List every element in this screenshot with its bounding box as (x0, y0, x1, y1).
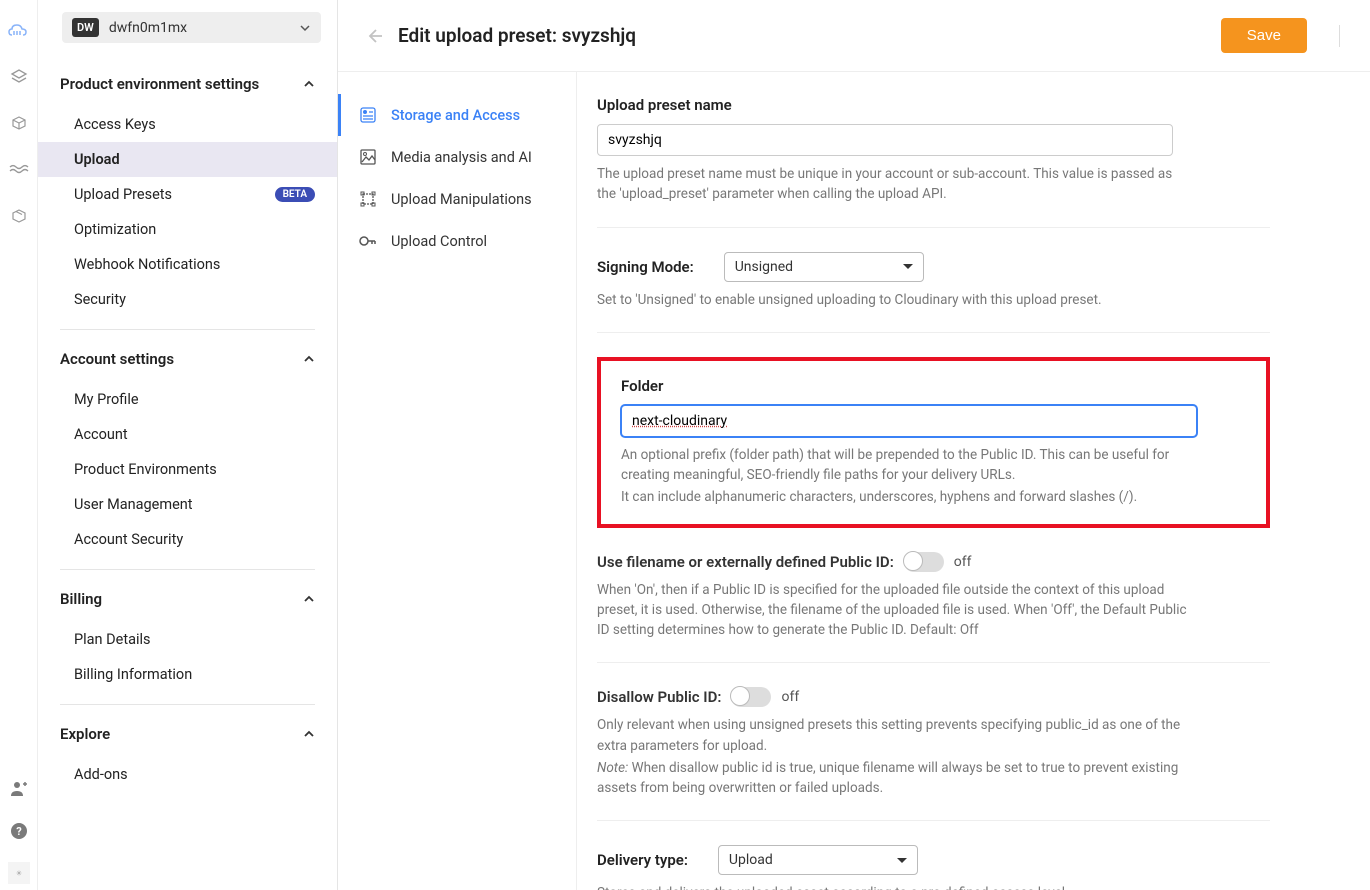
storage-icon (359, 106, 377, 124)
box-icon[interactable] (8, 204, 30, 226)
nav-product-environments[interactable]: Product Environments (38, 452, 337, 487)
label: Folder (621, 377, 1246, 395)
label: Delivery type: (597, 851, 688, 869)
section-header[interactable]: Product environment settings (38, 61, 337, 107)
layers-icon[interactable] (8, 66, 30, 88)
section-header[interactable]: Account settings (38, 336, 337, 382)
dropdown-arrow-icon (897, 858, 907, 863)
nav-optimization[interactable]: Optimization (38, 212, 337, 247)
toggle-state: off (781, 689, 799, 705)
nav-plan-details[interactable]: Plan Details (38, 622, 337, 657)
subnav-manipulations[interactable]: Upload Manipulations (338, 178, 576, 220)
label: Signing Mode: (597, 258, 694, 276)
svg-text:?: ? (16, 825, 22, 838)
nav-account-security[interactable]: Account Security (38, 522, 337, 557)
user-icon[interactable] (8, 778, 30, 800)
signing-mode-select[interactable]: Unsigned (724, 252, 924, 282)
subnav-media-analysis[interactable]: Media analysis and AI (338, 136, 576, 178)
help-icon[interactable]: ? (8, 820, 30, 842)
nav-billing-info[interactable]: Billing Information (38, 657, 337, 692)
chevron-up-icon (303, 78, 315, 90)
field-use-filename: Use filename or externally defined Publi… (597, 552, 1270, 664)
nav-security[interactable]: Security (38, 282, 337, 317)
cube-icon[interactable] (8, 112, 30, 134)
beta-badge: BETA (275, 187, 315, 202)
use-filename-toggle[interactable] (904, 552, 944, 572)
env-name: dwfn0m1mx (109, 20, 289, 36)
nav-my-profile[interactable]: My Profile (38, 382, 337, 417)
help-text: When 'On', then if a Public ID is specif… (597, 580, 1187, 641)
cloud-icon[interactable] (8, 20, 30, 42)
nav-account[interactable]: Account (38, 417, 337, 452)
form-content: Upload preset name The upload preset nam… (576, 72, 1370, 890)
wave-icon[interactable] (8, 158, 30, 180)
section-explore: Explore Add-ons (38, 711, 337, 810)
main-header: Edit upload preset: svyzshjq Save (338, 0, 1370, 71)
field-disallow: Disallow Public ID: off Only relevant wh… (597, 687, 1270, 821)
back-arrow-icon[interactable] (364, 26, 384, 46)
folder-input[interactable] (621, 405, 1197, 437)
nav-access-keys[interactable]: Access Keys (38, 107, 337, 142)
dropdown-arrow-icon (903, 264, 913, 269)
help-text: Set to 'Unsigned' to enable unsigned upl… (597, 290, 1187, 310)
chevron-down-icon (299, 22, 311, 34)
section-account: Account settings My Profile Account Prod… (38, 336, 337, 576)
toggle-state: off (954, 554, 972, 570)
sub-nav: Storage and Access Media analysis and AI… (338, 72, 576, 890)
section-header[interactable]: Billing (38, 576, 337, 622)
help-text: An optional prefix (folder path) that wi… (621, 445, 1211, 486)
gear-icon[interactable] (8, 862, 30, 884)
nav-addons[interactable]: Add-ons (38, 757, 337, 792)
page-title: Edit upload preset: svyzshjq (398, 24, 1207, 47)
chevron-up-icon (303, 353, 315, 365)
environment-selector[interactable]: DW dwfn0m1mx (62, 12, 321, 43)
label: Use filename or externally defined Publi… (597, 553, 894, 571)
label: Disallow Public ID: (597, 688, 721, 706)
nav-upload[interactable]: Upload (38, 142, 337, 177)
subnav-upload-control[interactable]: Upload Control (338, 220, 576, 262)
help-note: Note: When disallow public id is true, u… (597, 758, 1187, 799)
icon-rail: ? (0, 0, 38, 890)
delivery-type-select[interactable]: Upload (718, 845, 918, 875)
divider (1339, 25, 1340, 47)
folder-highlight: Folder An optional prefix (folder path) … (597, 357, 1270, 528)
save-button[interactable]: Save (1221, 18, 1307, 53)
nav-webhooks[interactable]: Webhook Notifications (38, 247, 337, 282)
field-preset-name: Upload preset name The upload preset nam… (597, 96, 1270, 228)
nav-user-management[interactable]: User Management (38, 487, 337, 522)
help-text: Only relevant when using unsigned preset… (597, 715, 1187, 756)
label: Upload preset name (597, 96, 1270, 114)
section-product-env: Product environment settings Access Keys… (38, 61, 337, 336)
key-icon (359, 232, 377, 250)
help-text: It can include alphanumeric characters, … (621, 487, 1211, 507)
section-header[interactable]: Explore (38, 711, 337, 757)
subnav-storage-access[interactable]: Storage and Access (338, 94, 576, 136)
chevron-up-icon (303, 593, 315, 605)
section-billing: Billing Plan Details Billing Information (38, 576, 337, 711)
media-icon (359, 148, 377, 166)
help-text: The upload preset name must be unique in… (597, 164, 1187, 205)
main-area: Edit upload preset: svyzshjq Save Storag… (338, 0, 1370, 890)
field-delivery: Delivery type: Upload Stores and deliver… (597, 845, 1270, 890)
field-signing: Signing Mode: Unsigned Set to 'Unsigned'… (597, 252, 1270, 333)
env-badge: DW (72, 18, 99, 37)
settings-sidebar: DW dwfn0m1mx Product environment setting… (38, 0, 338, 890)
disallow-toggle[interactable] (731, 687, 771, 707)
help-text: Stores and delivers the uploaded asset a… (597, 883, 1187, 890)
preset-name-input[interactable] (597, 124, 1173, 156)
chevron-up-icon (303, 728, 315, 740)
crop-icon (359, 190, 377, 208)
nav-upload-presets[interactable]: Upload PresetsBETA (38, 177, 337, 212)
